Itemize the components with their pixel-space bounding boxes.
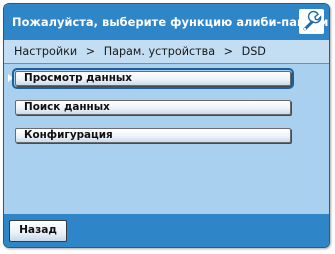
breadcrumb-separator: > — [85, 45, 96, 58]
wrench-icon — [303, 10, 322, 31]
page-title: Пожалуйста, выберите функцию алиби-памят… — [12, 15, 329, 29]
breadcrumb-item-settings: Настройки — [14, 45, 78, 58]
back-button-label: Назад — [19, 224, 57, 236]
dialog-window: Пожалуйста, выберите функцию алиби-памят… — [3, 3, 330, 248]
wrench-icon-button[interactable] — [299, 9, 324, 34]
footer-bar: Назад — [4, 214, 329, 247]
menu-item-label: Просмотр данных — [24, 72, 133, 84]
menu-item-configuration[interactable]: Конфигурация — [15, 128, 291, 143]
header-bar: Пожалуйста, выберите функцию алиби-памят… — [4, 4, 329, 40]
menu-item-view-data[interactable]: Просмотр данных — [12, 68, 294, 89]
breadcrumb-item-device-params: Парам. устройства — [103, 45, 216, 58]
menu-item-search-data[interactable]: Поиск данных — [15, 100, 291, 115]
back-button[interactable]: Назад — [9, 220, 67, 242]
breadcrumb: Настройки > Парам. устройства > DSD — [14, 45, 271, 58]
selection-arrow-icon — [8, 74, 13, 82]
breadcrumb-separator: > — [223, 45, 234, 58]
breadcrumb-item-dsd: DSD — [241, 45, 266, 58]
menu-item-label: Поиск данных — [24, 101, 110, 113]
breadcrumb-bar: Настройки > Парам. устройства > DSD — [4, 40, 329, 64]
menu-item-label: Конфигурация — [24, 129, 113, 141]
